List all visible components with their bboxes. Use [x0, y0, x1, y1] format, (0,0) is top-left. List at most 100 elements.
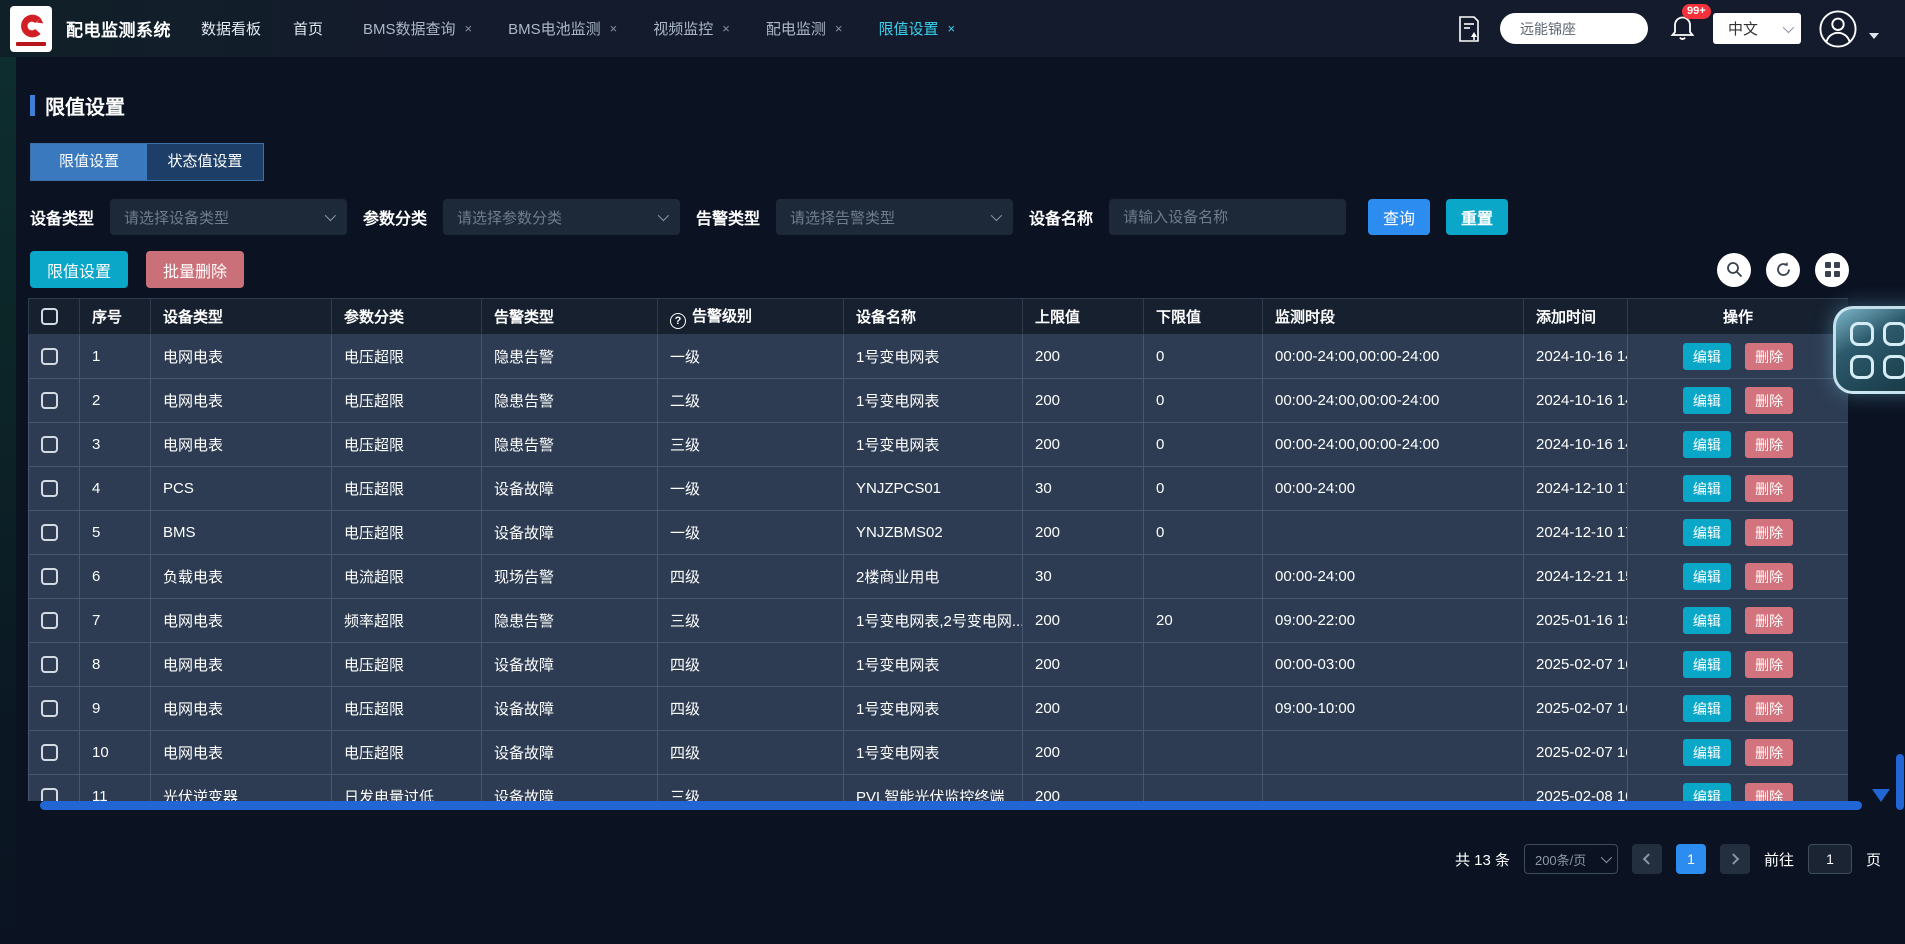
- close-tab-icon[interactable]: ×: [722, 21, 730, 36]
- row-checkbox[interactable]: [41, 612, 58, 629]
- tab-limit-settings[interactable]: 限值设置 ×: [878, 18, 955, 39]
- delete-button[interactable]: 删除: [1745, 343, 1793, 370]
- user-menu-caret-icon[interactable]: [1869, 33, 1879, 39]
- delete-button[interactable]: 删除: [1745, 475, 1793, 502]
- horizontal-scrollbar[interactable]: [40, 801, 1862, 810]
- edit-button[interactable]: 编辑: [1683, 475, 1731, 502]
- workspace-selector[interactable]: 远能锦座: [1500, 13, 1648, 44]
- vertical-scrollbar[interactable]: [1896, 754, 1904, 810]
- close-tab-icon[interactable]: ×: [835, 21, 843, 36]
- row-checkbox[interactable]: [41, 480, 58, 497]
- delete-button[interactable]: 删除: [1745, 519, 1793, 546]
- edit-button[interactable]: 编辑: [1683, 343, 1731, 370]
- tab-bms-battery-monitor[interactable]: BMS电池监测 ×: [508, 18, 617, 39]
- cell-upper-limit: 200: [1023, 687, 1144, 731]
- delete-button[interactable]: 删除: [1745, 387, 1793, 414]
- notifications-button[interactable]: 99+: [1670, 13, 1695, 45]
- next-page-button[interactable]: [1720, 844, 1750, 874]
- cell-monitor-period: [1263, 731, 1524, 775]
- cell-param-category: 电压超限: [332, 379, 482, 423]
- cell-alarm-type: 设备故障: [482, 731, 658, 775]
- refresh-icon[interactable]: [1766, 253, 1800, 287]
- row-checkbox[interactable]: [41, 348, 58, 365]
- edit-button[interactable]: 编辑: [1683, 387, 1731, 414]
- delete-button[interactable]: 删除: [1745, 607, 1793, 634]
- nav-menu-dashboard[interactable]: 数据看板: [201, 18, 261, 39]
- tab-power-monitor[interactable]: 配电监测 ×: [766, 18, 843, 39]
- scroll-down-arrow-icon[interactable]: [1872, 789, 1890, 802]
- page-size-select[interactable]: 200条/页: [1524, 844, 1618, 874]
- prev-page-button[interactable]: [1632, 844, 1662, 874]
- avatar[interactable]: [1819, 10, 1857, 48]
- cell-lower-limit: 0: [1144, 467, 1263, 511]
- edit-button[interactable]: 编辑: [1683, 607, 1731, 634]
- row-checkbox[interactable]: [41, 524, 58, 541]
- reset-button[interactable]: 重置: [1446, 199, 1508, 235]
- col-no: 序号: [80, 299, 151, 335]
- close-tab-icon[interactable]: ×: [610, 21, 618, 36]
- cell-alarm-level: 四级: [658, 643, 844, 687]
- edit-button[interactable]: 编辑: [1683, 431, 1731, 458]
- subtab-status-settings[interactable]: 状态值设置: [147, 144, 263, 180]
- subtab-limit-settings[interactable]: 限值设置: [31, 144, 147, 180]
- delete-button[interactable]: 删除: [1745, 651, 1793, 678]
- select-all-checkbox[interactable]: [41, 308, 58, 325]
- delete-button[interactable]: 删除: [1745, 739, 1793, 766]
- help-icon[interactable]: ?: [670, 313, 686, 329]
- cell-no: 11: [80, 775, 151, 802]
- table-row: 3 电网电表 电压超限 隐患告警 三级 1号变电网表 200 0 00:00-2…: [29, 423, 1849, 467]
- row-checkbox[interactable]: [41, 744, 58, 761]
- row-checkbox[interactable]: [41, 568, 58, 585]
- nav-menu-home[interactable]: 首页: [293, 18, 323, 39]
- limit-settings-button[interactable]: 限值设置: [30, 251, 128, 288]
- row-checkbox[interactable]: [41, 656, 58, 673]
- tab-video-monitor[interactable]: 视频监控 ×: [653, 18, 730, 39]
- cell-upper-limit: 200: [1023, 423, 1144, 467]
- batch-delete-button[interactable]: 批量删除: [146, 251, 244, 288]
- page-number-button[interactable]: 1: [1676, 844, 1706, 874]
- floating-widget[interactable]: [1833, 306, 1905, 394]
- row-checkbox[interactable]: [41, 436, 58, 453]
- cell-lower-limit: [1144, 555, 1263, 599]
- close-tab-icon[interactable]: ×: [465, 21, 473, 36]
- delete-button[interactable]: 删除: [1745, 695, 1793, 722]
- table-header-row: 序号 设备类型 参数分类 告警类型 ?告警级别 设备名称 上限值 下限值 监测时…: [29, 299, 1849, 335]
- cell-monitor-period: 00:00-24:00: [1263, 467, 1524, 511]
- device-name-label: 设备名称: [1029, 205, 1093, 229]
- table-row: 7 电网电表 频率超限 隐患告警 三级 1号变电网表,2号变电网... 200 …: [29, 599, 1849, 643]
- edit-button[interactable]: 编辑: [1683, 563, 1731, 590]
- search-icon[interactable]: [1717, 253, 1751, 287]
- report-icon[interactable]: [1456, 15, 1482, 43]
- language-selector[interactable]: 中文: [1713, 13, 1801, 44]
- delete-button[interactable]: 删除: [1745, 563, 1793, 590]
- col-monitor-period: 监测时段: [1263, 299, 1524, 335]
- cell-upper-limit: 200: [1023, 643, 1144, 687]
- tab-bms-data-query[interactable]: BMS数据查询 ×: [363, 18, 472, 39]
- row-checkbox[interactable]: [41, 700, 58, 717]
- close-tab-icon[interactable]: ×: [947, 21, 955, 36]
- cell-monitor-period: 00:00-24:00,00:00-24:00: [1263, 335, 1524, 379]
- cell-lower-limit: 0: [1144, 423, 1263, 467]
- param-category-select[interactable]: 请选择参数分类: [443, 199, 680, 235]
- row-checkbox[interactable]: [41, 392, 58, 409]
- row-checkbox[interactable]: [41, 788, 58, 801]
- goto-page-input[interactable]: [1808, 844, 1852, 874]
- edit-button[interactable]: 编辑: [1683, 695, 1731, 722]
- edit-button[interactable]: 编辑: [1683, 651, 1731, 678]
- cell-device-type: 光伏逆变器: [151, 775, 332, 802]
- device-name-input[interactable]: [1109, 199, 1346, 235]
- device-type-select[interactable]: 请选择设备类型: [110, 199, 347, 235]
- cell-monitor-period: 09:00-10:00: [1263, 687, 1524, 731]
- edit-button[interactable]: 编辑: [1683, 783, 1731, 801]
- edit-button[interactable]: 编辑: [1683, 739, 1731, 766]
- logo-icon: [17, 12, 45, 40]
- delete-button[interactable]: 删除: [1745, 431, 1793, 458]
- query-button[interactable]: 查询: [1368, 199, 1430, 235]
- alarm-type-select[interactable]: 请选择告警类型: [776, 199, 1013, 235]
- delete-button[interactable]: 删除: [1745, 783, 1793, 801]
- chevron-down-icon: [1783, 21, 1794, 32]
- edit-button[interactable]: 编辑: [1683, 519, 1731, 546]
- cell-no: 10: [80, 731, 151, 775]
- grid-view-icon[interactable]: [1815, 253, 1849, 287]
- cell-alarm-level: 二级: [658, 379, 844, 423]
